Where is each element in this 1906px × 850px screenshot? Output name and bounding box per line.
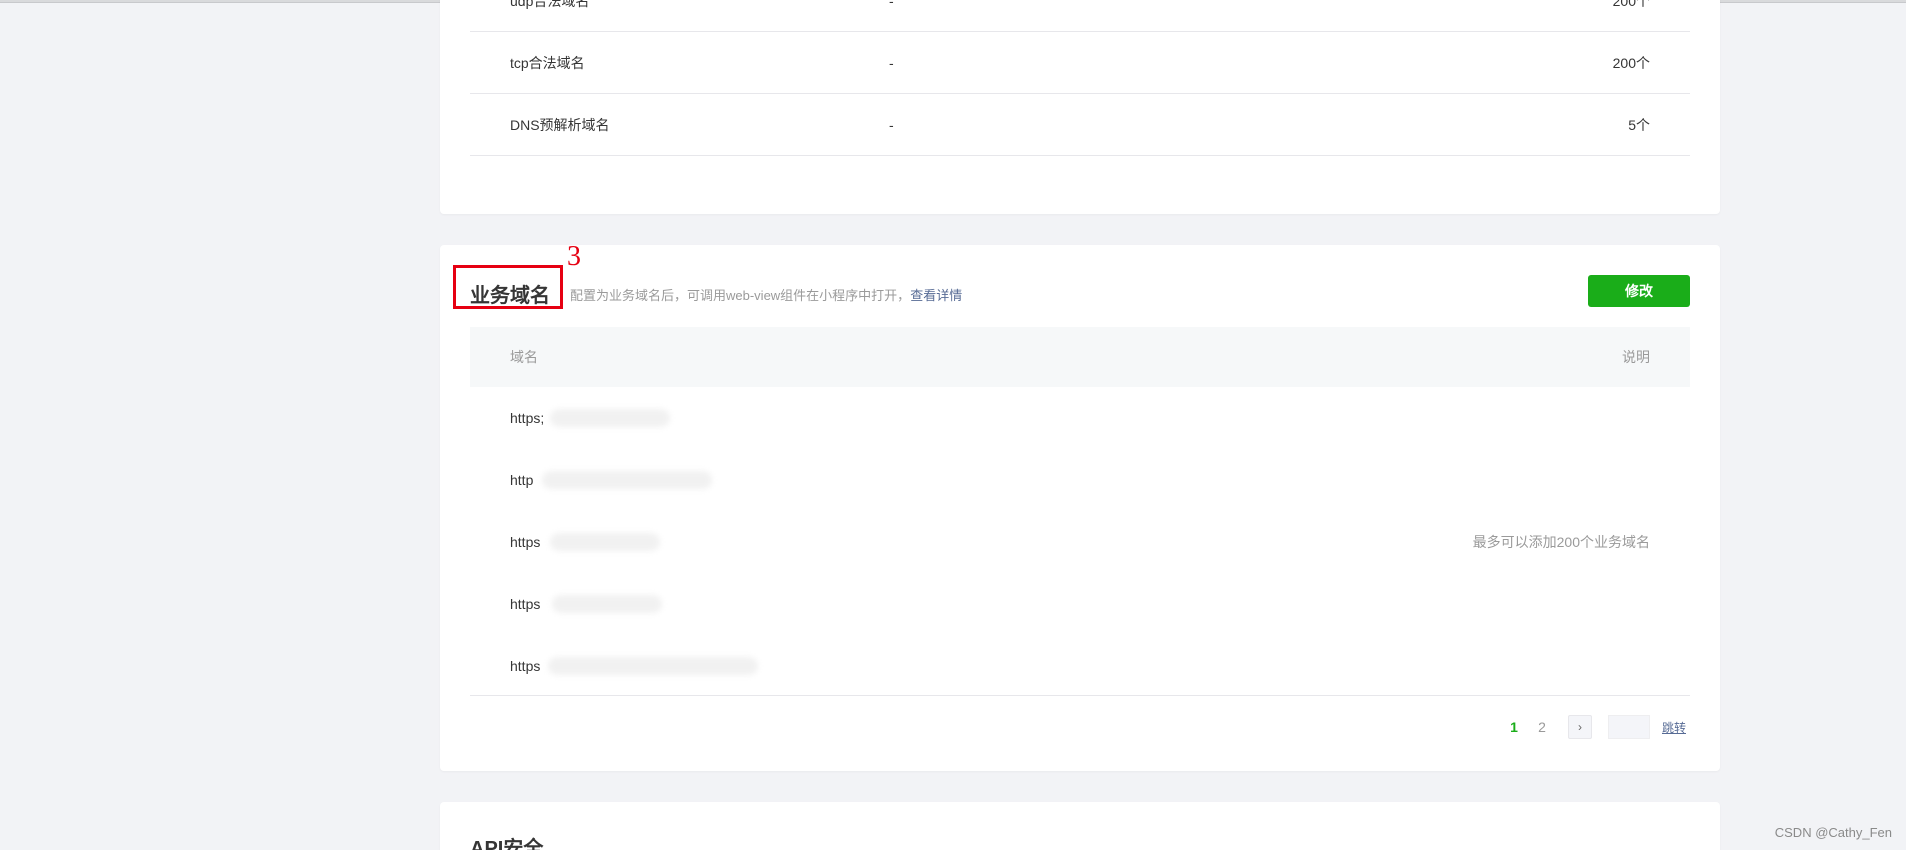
- domain-value: https: [510, 658, 541, 674]
- page-2[interactable]: 2: [1528, 719, 1556, 735]
- business-domain-card: 3 业务域名 配置为业务域名后，可调用web-view组件在小程序中打开，查看详…: [440, 241, 1720, 771]
- section-title: API安全: [470, 838, 544, 850]
- table-row-tcp: tcp合法域名 - 200个: [470, 32, 1690, 94]
- row-limit: 200个: [1612, 54, 1650, 71]
- table-row: https: [470, 573, 1690, 635]
- annotation-number: 3: [567, 241, 581, 272]
- domain-value: https;: [510, 410, 545, 426]
- description-text: 配置为业务域名后，可调用web-view组件在小程序中打开，: [570, 288, 911, 303]
- table-row: http: [470, 449, 1690, 511]
- row-name: DNS预解析域名: [510, 116, 610, 133]
- redacted-blur: [548, 657, 758, 675]
- details-link[interactable]: 查看详情: [910, 288, 962, 303]
- redacted-blur: [542, 471, 712, 489]
- domain-value: https: [510, 596, 541, 612]
- domain-value: http: [510, 472, 534, 488]
- table-row-dns: DNS预解析域名 - 5个: [470, 94, 1690, 156]
- redacted-blur: [550, 533, 660, 551]
- server-domain-card: udp合法域名 - 200个 tcp合法域名 - 200个 DNS预解析域名 -…: [440, 0, 1720, 214]
- table-row: https 最多可以添加200个业务域名: [470, 511, 1690, 573]
- jump-link[interactable]: 跳转: [1662, 719, 1686, 736]
- row-limit: 200个: [1612, 0, 1650, 9]
- chevron-right-icon: ›: [1577, 720, 1582, 734]
- table-header: 域名 说明: [470, 327, 1690, 387]
- row-value: -: [889, 54, 894, 71]
- row-value: -: [889, 116, 894, 133]
- redacted-blur: [550, 409, 670, 427]
- column-header-note: 说明: [1622, 349, 1650, 365]
- redacted-blur: [552, 595, 662, 613]
- page-jump-input[interactable]: [1607, 715, 1650, 739]
- section-description: 配置为业务域名后，可调用web-view组件在小程序中打开，查看详情: [570, 285, 962, 304]
- section-title: 业务域名: [470, 285, 550, 307]
- table-divider: [470, 695, 1690, 696]
- table-row-udp: udp合法域名 - 200个: [470, 0, 1690, 32]
- table-row: https;: [470, 387, 1690, 449]
- watermark: CSDN @Cathy_Fen: [1774, 825, 1892, 840]
- row-name: udp合法域名: [510, 0, 590, 9]
- column-header-domain: 域名: [510, 349, 538, 365]
- page-1[interactable]: 1: [1500, 719, 1528, 735]
- next-page-button[interactable]: ›: [1567, 715, 1592, 739]
- table-row: https: [470, 635, 1690, 697]
- pagination: 1 2 › 跳转: [1500, 715, 1686, 739]
- row-limit: 5个: [1628, 116, 1650, 133]
- row-name: tcp合法域名: [510, 54, 585, 71]
- domain-limit-note: 最多可以添加200个业务域名: [1472, 534, 1650, 550]
- edit-button[interactable]: 修改: [1588, 275, 1690, 307]
- row-value: -: [889, 0, 894, 9]
- api-security-card: API安全: [440, 802, 1720, 850]
- domain-value: https: [510, 534, 541, 550]
